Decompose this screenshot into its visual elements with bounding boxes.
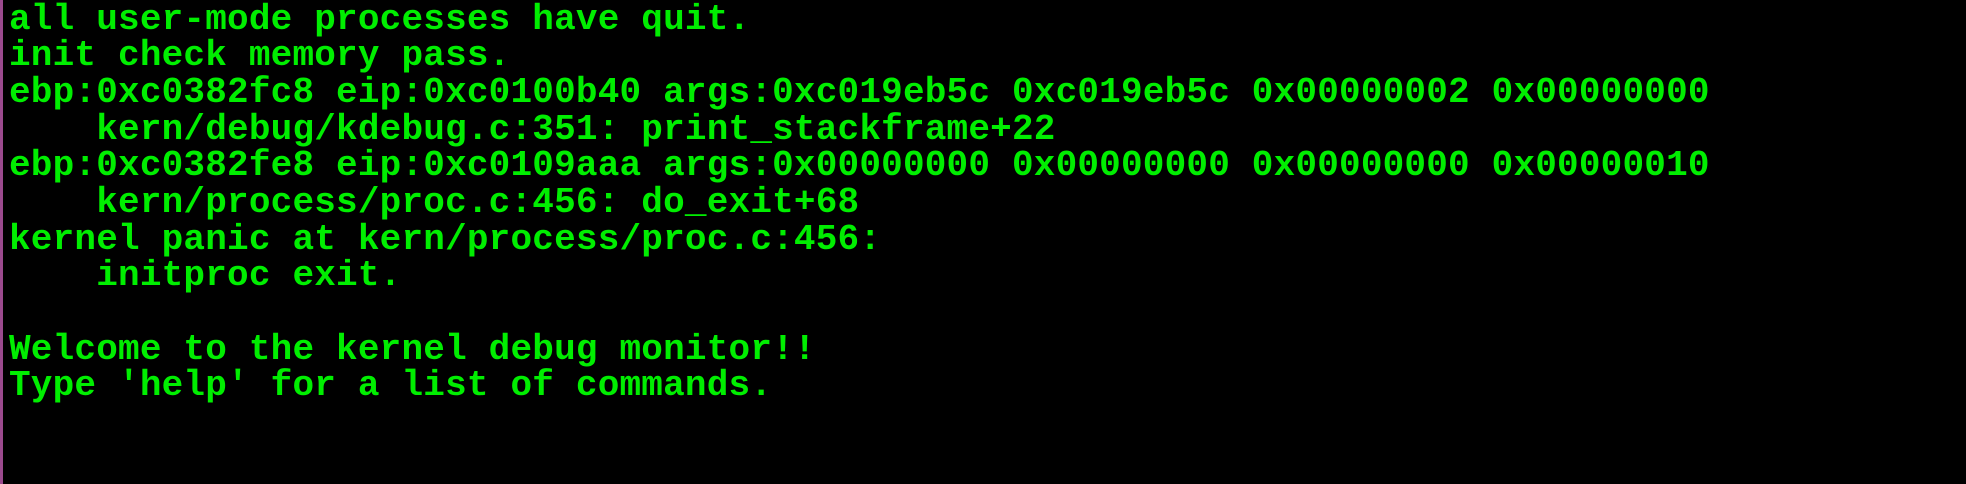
terminal-line: Type 'help' for a list of commands. [9,365,773,406]
window-left-border [0,0,3,484]
terminal-line: initproc exit. [9,255,402,296]
terminal-window[interactable]: all user-mode processes have quit. init … [0,0,1966,484]
